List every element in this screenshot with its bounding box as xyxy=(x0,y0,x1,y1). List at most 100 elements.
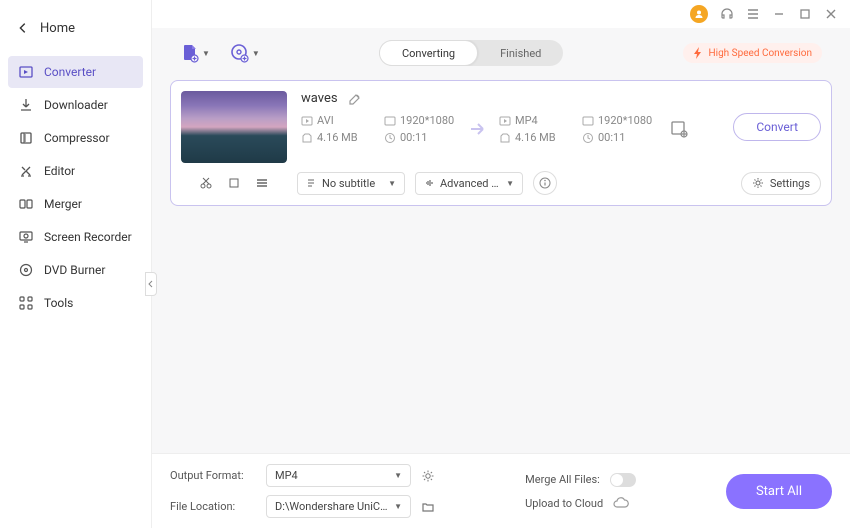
info-button[interactable] xyxy=(533,171,557,195)
src-format: AVI xyxy=(317,114,334,127)
footer-left: Output Format: MP4 ▼ File Location: D:\W… xyxy=(170,464,435,518)
output-format-value: MP4 xyxy=(275,469,388,482)
file-location-select[interactable]: D:\Wondershare UniConverter 1 ▼ xyxy=(266,495,411,518)
merge-all-row: Merge All Files: xyxy=(525,473,636,487)
sidebar-item-screen-recorder[interactable]: Screen Recorder xyxy=(8,221,143,253)
sidebar-item-dvd-burner[interactable]: DVD Burner xyxy=(8,254,143,286)
minimize-icon[interactable] xyxy=(772,7,786,21)
sidebar-items: Converter Downloader Compressor Editor M… xyxy=(0,56,151,319)
high-speed-conversion-badge[interactable]: High Speed Conversion xyxy=(683,43,822,63)
chevron-down-icon: ▼ xyxy=(252,49,260,58)
file-name: waves xyxy=(301,91,338,106)
sidebar-item-label: Screen Recorder xyxy=(44,230,132,244)
output-settings-icon[interactable] xyxy=(669,119,689,139)
footer-mid: Merge All Files: Upload to Cloud xyxy=(525,473,636,510)
folder-icon[interactable] xyxy=(421,500,435,514)
tab-converting[interactable]: Converting xyxy=(379,40,478,66)
compressor-icon xyxy=(18,130,34,146)
output-format-select[interactable]: MP4 ▼ xyxy=(266,464,411,487)
sidebar-item-label: Converter xyxy=(44,65,96,79)
subtitle-select[interactable]: No subtitle ▼ xyxy=(297,172,405,195)
collapse-sidebar-handle[interactable] xyxy=(145,272,157,296)
sidebar-item-tools[interactable]: Tools xyxy=(8,287,143,319)
output-format-label: Output Format: xyxy=(170,469,256,482)
subtitle-value: No subtitle xyxy=(322,177,382,190)
dst-format: MP4 xyxy=(515,114,538,127)
chevron-down-icon: ▼ xyxy=(506,179,514,188)
window-titlebar xyxy=(152,0,850,28)
close-icon[interactable] xyxy=(824,7,838,21)
sidebar-item-label: Editor xyxy=(44,164,75,178)
subtitle-icon xyxy=(306,178,316,188)
size-icon xyxy=(301,132,313,144)
add-dvd-button[interactable]: ▼ xyxy=(230,43,260,63)
lightning-icon xyxy=(693,47,703,59)
edit-name-icon[interactable] xyxy=(348,92,362,106)
status-tabs: Converting Finished xyxy=(379,40,563,66)
convert-button[interactable]: Convert xyxy=(733,113,821,141)
dst-resolution: 1920*1080 xyxy=(598,114,652,127)
file-info: waves AVI 1920*1080 4.16 MB 00:11 xyxy=(301,91,711,163)
toolbar: ▼ ▼ Converting Finished High Speed Conve… xyxy=(170,36,832,70)
sidebar-item-downloader[interactable]: Downloader xyxy=(8,89,143,121)
back-icon[interactable] xyxy=(16,21,30,35)
card-top: waves AVI 1920*1080 4.16 MB 00:11 xyxy=(181,91,821,163)
sidebar-item-converter[interactable]: Converter xyxy=(8,56,143,88)
card-bottom: No subtitle ▼ Advanced Audi... ▼ Setting… xyxy=(181,171,821,195)
audio-select[interactable]: Advanced Audi... ▼ xyxy=(415,172,523,195)
src-duration: 00:11 xyxy=(400,131,427,144)
file-title-row: waves xyxy=(301,91,711,106)
sidebar-item-label: Merger xyxy=(44,197,82,211)
main-area: ▼ ▼ Converting Finished High Speed Conve… xyxy=(152,0,850,528)
dst-duration: 00:11 xyxy=(598,131,625,144)
sidebar-item-label: Tools xyxy=(44,296,73,310)
output-format-row: Output Format: MP4 ▼ xyxy=(170,464,435,487)
video-thumbnail[interactable] xyxy=(181,91,287,163)
sidebar-item-merger[interactable]: Merger xyxy=(8,188,143,220)
effects-icon[interactable] xyxy=(255,176,269,190)
conversion-card: waves AVI 1920*1080 4.16 MB 00:11 xyxy=(170,80,832,206)
add-files-button[interactable]: ▼ xyxy=(180,43,210,63)
user-avatar-icon[interactable] xyxy=(690,5,708,23)
merge-all-label: Merge All Files: xyxy=(525,473,600,486)
sidebar-item-editor[interactable]: Editor xyxy=(8,155,143,187)
sidebar-item-compressor[interactable]: Compressor xyxy=(8,122,143,154)
convert-label: Convert xyxy=(756,120,798,134)
crop-icon[interactable] xyxy=(227,176,241,190)
sidebar: Home Converter Downloader Compressor Edi… xyxy=(0,0,152,528)
tab-finished[interactable]: Finished xyxy=(478,40,563,66)
merge-all-toggle[interactable] xyxy=(610,473,636,487)
settings-label: Settings xyxy=(770,177,810,190)
file-location-label: File Location: xyxy=(170,500,256,513)
dvd-burner-icon xyxy=(18,262,34,278)
edit-tools xyxy=(181,176,287,190)
settings-button[interactable]: Settings xyxy=(741,172,821,195)
headset-icon[interactable] xyxy=(720,7,734,21)
tab-label: Converting xyxy=(402,47,455,60)
meta-row: AVI 1920*1080 4.16 MB 00:11 MP4 xyxy=(301,114,711,144)
gear-icon[interactable] xyxy=(421,469,435,483)
target-meta: MP4 1920*1080 4.16 MB 00:11 xyxy=(499,114,657,144)
tools-icon xyxy=(18,295,34,311)
audio-icon xyxy=(424,178,434,188)
chevron-down-icon: ▼ xyxy=(388,179,396,188)
screen-recorder-icon xyxy=(18,229,34,245)
upload-cloud-label: Upload to Cloud xyxy=(525,497,603,510)
size-icon xyxy=(499,132,511,144)
toolbar-left: ▼ ▼ xyxy=(180,43,260,63)
convert-arrow-icon xyxy=(467,117,491,141)
downloader-icon xyxy=(18,97,34,113)
content-wrap: ▼ ▼ Converting Finished High Speed Conve… xyxy=(152,28,850,453)
menu-icon[interactable] xyxy=(746,7,760,21)
sidebar-header: Home xyxy=(0,0,151,56)
resolution-icon xyxy=(582,115,594,127)
merger-icon xyxy=(18,196,34,212)
file-location-row: File Location: D:\Wondershare UniConvert… xyxy=(170,495,435,518)
cloud-icon[interactable] xyxy=(613,497,629,509)
trim-icon[interactable] xyxy=(199,176,213,190)
start-all-button[interactable]: Start All xyxy=(726,474,832,509)
sidebar-item-label: Downloader xyxy=(44,98,108,112)
footer: Output Format: MP4 ▼ File Location: D:\W… xyxy=(152,453,850,528)
maximize-icon[interactable] xyxy=(798,7,812,21)
tab-label: Finished xyxy=(500,47,541,60)
